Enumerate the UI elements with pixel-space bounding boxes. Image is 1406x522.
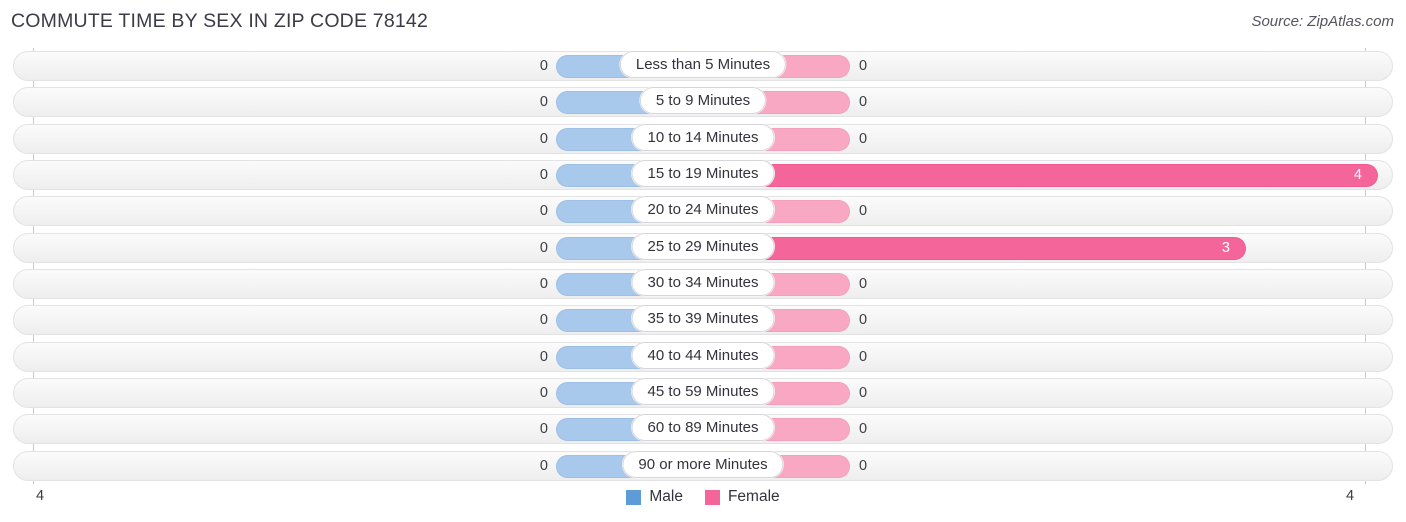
bar-female[interactable]	[703, 236, 1246, 260]
bar-value-male: 0	[539, 348, 548, 365]
bar-value-male: 0	[539, 203, 548, 220]
source-attribution: Source: ZipAtlas.com	[1251, 13, 1394, 30]
row-bars: 0 0 40 to 44 Minutes	[0, 339, 1406, 375]
commute-time-chart: COMMUTE TIME BY SEX IN ZIP CODE 78142 So…	[0, 0, 1406, 522]
table-row[interactable]: 0 3 25 to 29 Minutes	[0, 230, 1406, 266]
bar-value-male: 0	[539, 239, 548, 256]
row-bars: 0 0 90 or more Minutes	[0, 448, 1406, 484]
row-bars: 0 3 25 to 29 Minutes	[0, 230, 1406, 266]
bar-value-male: 0	[539, 457, 548, 474]
category-label-pill: 5 to 9 Minutes	[639, 87, 767, 115]
legend-item-male[interactable]: Male	[626, 488, 683, 506]
category-label-pill: Less than 5 Minutes	[619, 51, 787, 78]
row-bars: 0 0 20 to 24 Minutes	[0, 193, 1406, 229]
bar-value-male: 0	[539, 130, 548, 147]
chart-header: COMMUTE TIME BY SEX IN ZIP CODE 78142 So…	[0, 0, 1406, 44]
row-bars: 0 4 15 to 19 Minutes	[0, 157, 1406, 193]
category-label-pill: 60 to 89 Minutes	[631, 414, 775, 442]
table-row[interactable]: 0 0 90 or more Minutes	[0, 448, 1406, 484]
bar-value-male: 0	[539, 58, 548, 74]
category-label-pill: 30 to 34 Minutes	[631, 268, 775, 296]
bar-female[interactable]	[703, 163, 1378, 187]
bar-value-male: 0	[539, 312, 548, 329]
category-label-pill: 90 or more Minutes	[622, 450, 784, 478]
bar-value-female: 0	[859, 457, 868, 474]
table-row[interactable]: 0 0 Less than 5 Minutes	[0, 48, 1406, 84]
bar-value-male: 0	[539, 275, 548, 292]
table-row[interactable]: 0 0 35 to 39 Minutes	[0, 302, 1406, 338]
legend-label-female: Female	[727, 488, 780, 505]
category-label-pill: 40 to 44 Minutes	[631, 341, 775, 369]
category-label-pill: 35 to 39 Minutes	[631, 305, 775, 333]
table-row[interactable]: 0 0 40 to 44 Minutes	[0, 339, 1406, 375]
bar-value-male: 0	[539, 94, 548, 111]
bar-value-female: 0	[859, 312, 868, 329]
category-label-pill: 10 to 14 Minutes	[631, 123, 775, 151]
bar-value-female: 0	[859, 348, 868, 365]
category-label-pill: 25 to 29 Minutes	[631, 232, 775, 260]
row-bars: 0 0 45 to 59 Minutes	[0, 375, 1406, 411]
table-row[interactable]: 0 4 15 to 19 Minutes	[0, 157, 1406, 193]
bar-value-female: 0	[859, 421, 868, 438]
bar-value-female: 0	[859, 94, 868, 111]
row-bars: 0 0 35 to 39 Minutes	[0, 302, 1406, 338]
table-row[interactable]: 0 0 45 to 59 Minutes	[0, 375, 1406, 411]
row-bars: 0 0 30 to 34 Minutes	[0, 266, 1406, 302]
table-row[interactable]: 0 0 60 to 89 Minutes	[0, 411, 1406, 447]
bar-value-male: 0	[539, 421, 548, 438]
row-bars: 0 0 Less than 5 Minutes	[0, 48, 1406, 84]
category-label-pill: 45 to 59 Minutes	[631, 377, 775, 405]
bar-value-female: 4	[1353, 166, 1362, 183]
legend-swatch-female-icon	[704, 489, 720, 505]
page-title: COMMUTE TIME BY SEX IN ZIP CODE 78142	[11, 10, 429, 32]
bar-value-male: 0	[539, 384, 548, 401]
category-label-pill: 15 to 19 Minutes	[631, 159, 775, 187]
table-row[interactable]: 0 0 5 to 9 Minutes	[0, 84, 1406, 120]
bar-value-female: 3	[1221, 239, 1230, 256]
table-row[interactable]: 0 0 20 to 24 Minutes	[0, 193, 1406, 229]
row-bars: 0 0 5 to 9 Minutes	[0, 84, 1406, 120]
category-label-pill: 20 to 24 Minutes	[631, 196, 775, 224]
row-bars: 0 0 60 to 89 Minutes	[0, 411, 1406, 447]
table-row[interactable]: 0 0 10 to 14 Minutes	[0, 121, 1406, 157]
bar-value-female: 0	[859, 384, 868, 401]
chart-legend: Male Female	[0, 488, 1406, 506]
chart-footer: 4 4 Male Female	[0, 484, 1406, 522]
bar-value-male: 0	[539, 166, 548, 183]
legend-swatch-male-icon	[626, 489, 642, 505]
plot-area: 0 0 Less than 5 Minutes 0 0 5 to 9 Minutes 0 0 1…	[0, 48, 1406, 484]
bar-rows: 0 0 Less than 5 Minutes 0 0 5 to 9 Minutes 0 0 1…	[0, 48, 1406, 484]
bar-value-female: 0	[859, 203, 868, 220]
legend-item-female[interactable]: Female	[704, 488, 780, 506]
legend-label-male: Male	[649, 488, 683, 505]
bar-value-female: 0	[859, 130, 868, 147]
table-row[interactable]: 0 0 30 to 34 Minutes	[0, 266, 1406, 302]
row-bars: 0 0 10 to 14 Minutes	[0, 121, 1406, 157]
bar-value-female: 0	[859, 58, 868, 74]
bar-value-female: 0	[859, 275, 868, 292]
